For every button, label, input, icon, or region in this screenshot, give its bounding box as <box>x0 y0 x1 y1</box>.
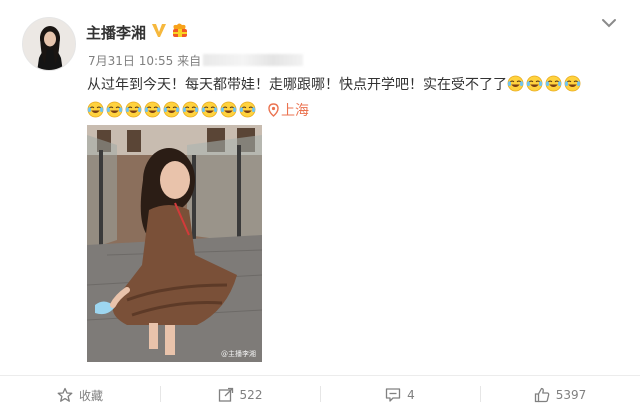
comment-count: 4 <box>407 388 415 402</box>
laugh-cry-emoji-icon <box>163 101 180 118</box>
favorite-button[interactable]: 收藏 <box>0 376 160 414</box>
avatar[interactable] <box>22 17 76 71</box>
laugh-cry-emoji-icon <box>239 101 256 118</box>
repost-count: 522 <box>239 388 263 402</box>
laugh-cry-emoji-icon <box>507 75 524 92</box>
member-badge-icon[interactable] <box>170 21 190 39</box>
laugh-cry-emoji-icon <box>106 101 123 118</box>
emoji-group-2 <box>87 101 258 119</box>
laugh-cry-emoji-icon <box>564 75 581 92</box>
post-body: 从过年到今天！每天都带娃！走哪跟哪！快点开学吧！实在受不了了 <box>87 77 507 93</box>
thumbs-up-icon <box>534 387 550 403</box>
star-icon <box>57 387 73 402</box>
laugh-cry-emoji-icon <box>545 75 562 92</box>
laugh-cry-emoji-icon <box>144 101 161 118</box>
laugh-cry-emoji-icon <box>87 101 104 118</box>
blurred-source <box>203 54 304 66</box>
post-photo[interactable]: @主播李湘 <box>87 125 262 362</box>
photo-watermark: @主播李湘 <box>221 350 256 358</box>
like-button[interactable]: 5397 <box>480 376 640 414</box>
laugh-cry-emoji-icon <box>182 101 199 118</box>
chevron-down-icon[interactable] <box>600 16 618 30</box>
comment-icon <box>386 388 401 402</box>
username[interactable]: 主播李湘 <box>86 22 146 43</box>
comment-button[interactable]: 4 <box>320 376 480 414</box>
laugh-cry-emoji-icon <box>125 101 142 118</box>
laugh-cry-emoji-icon <box>201 101 218 118</box>
location-pin-icon <box>268 103 279 117</box>
post-meta: 7月31日 10:55 来自 <box>88 52 304 69</box>
weibo-post-card: 主播李湘 7月31日 10:55 来自 从过年到今天！每天都带娃！走哪跟哪！快点… <box>0 0 640 414</box>
verified-badge-icon <box>152 24 166 37</box>
laugh-cry-emoji-icon <box>220 101 237 118</box>
laugh-cry-emoji-icon <box>526 75 543 92</box>
like-count: 5397 <box>555 388 587 402</box>
post-time[interactable]: 7月31日 10:55 来自 <box>88 54 201 68</box>
post-text: 从过年到今天！每天都带娃！走哪跟哪！快点开学吧！实在受不了了 上海 <box>87 72 607 124</box>
repost-button[interactable]: 522 <box>160 376 320 414</box>
repost-icon <box>218 387 233 402</box>
emoji-group-1 <box>507 75 583 93</box>
location-link[interactable]: 上海 <box>281 103 309 119</box>
favorite-label: 收藏 <box>78 388 103 403</box>
